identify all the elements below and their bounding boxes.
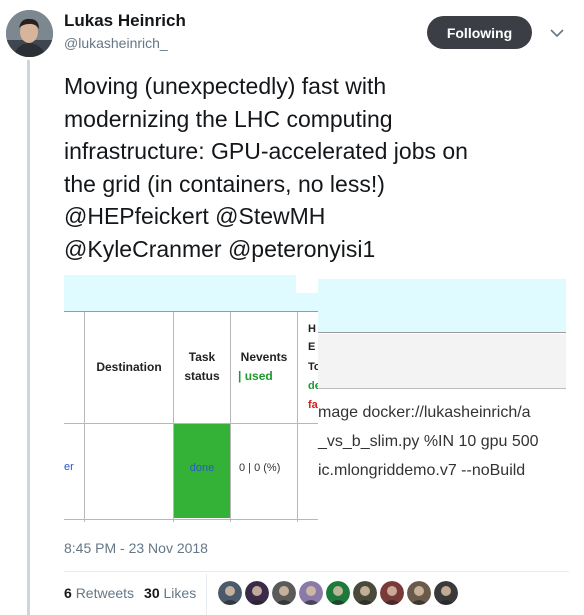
liker-avatar[interactable]: [218, 581, 242, 605]
likes-stat[interactable]: 30 Likes: [144, 585, 196, 601]
task-table-screenshot: Destination Task status Nevents | used e…: [64, 275, 321, 522]
tweet-text: Moving (unexpectedly) fast with moderniz…: [64, 73, 468, 262]
col-destination: Destination: [96, 360, 162, 374]
command-line-3: ic.mlongriddemo.v7 --noBuild: [318, 462, 526, 479]
retweets-stat[interactable]: 6 Retweets: [64, 585, 134, 601]
liker-avatar[interactable]: [272, 581, 296, 605]
col-task-status: Task status: [184, 350, 220, 383]
author-handle[interactable]: @lukasheinrich_: [64, 35, 168, 51]
peek-red: fa: [308, 399, 318, 411]
col-nevents-used: | used: [238, 369, 273, 383]
col-nevents: Nevents: [240, 350, 288, 364]
stats-divider: [64, 571, 569, 572]
avatar[interactable]: [6, 10, 53, 57]
liker-avatar[interactable]: [326, 581, 350, 605]
peek-e: E: [308, 341, 316, 353]
command-line-2: _vs_b_slim.py %IN 10 gpu 500: [318, 433, 539, 450]
following-button[interactable]: Following: [427, 16, 532, 49]
liker-avatar[interactable]: [353, 581, 377, 605]
tweet-timestamp[interactable]: 8:45 PM - 23 Nov 2018: [64, 540, 208, 556]
likers-avatars: [218, 581, 458, 605]
liker-avatar[interactable]: [380, 581, 404, 605]
peek-h: H: [308, 323, 316, 335]
status-done: done: [189, 462, 215, 474]
chevron-down-icon[interactable]: [549, 25, 565, 41]
thread-line: [27, 60, 30, 615]
nevents-value: 0 | 0 (%): [239, 462, 281, 474]
command-screenshot: mage docker://lukasheinrich/a _vs_b_slim…: [318, 279, 566, 522]
command-line-1: mage docker://lukasheinrich/a: [318, 404, 531, 421]
liker-avatar[interactable]: [245, 581, 269, 605]
avatar-photo: [6, 10, 53, 57]
liker-avatar[interactable]: [299, 581, 323, 605]
liker-avatar[interactable]: [407, 581, 431, 605]
row-fragment: er: [64, 461, 74, 473]
tweet-media[interactable]: Destination Task status Nevents | used e…: [64, 275, 566, 522]
tweet-stats: 6 Retweets 30 Likes: [64, 585, 196, 601]
author-name[interactable]: Lukas Heinrich: [64, 11, 186, 31]
table-header-band: [64, 275, 318, 312]
liker-avatar[interactable]: [434, 581, 458, 605]
